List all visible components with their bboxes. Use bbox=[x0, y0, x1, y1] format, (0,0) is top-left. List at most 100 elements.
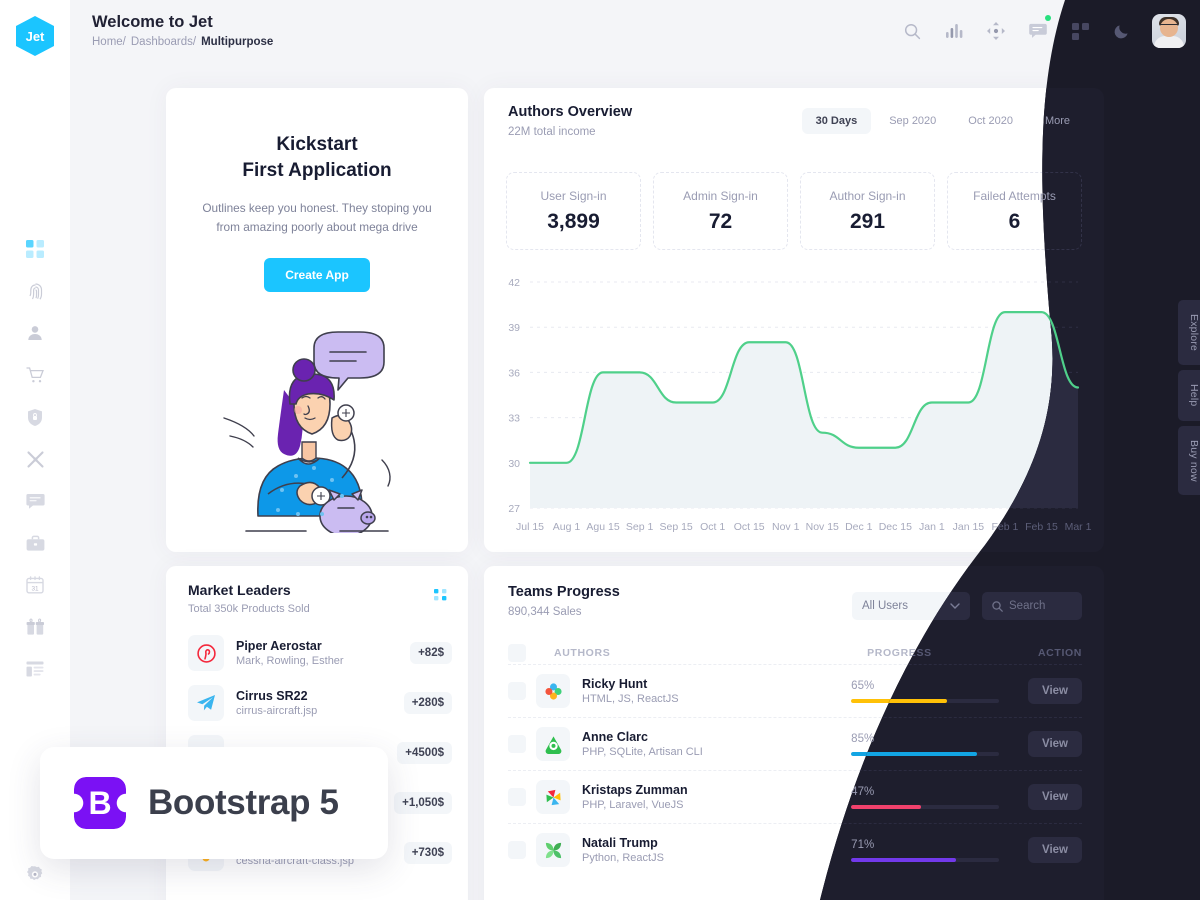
progress-bar-dark bbox=[851, 752, 999, 756]
svg-text:Mar 1: Mar 1 bbox=[1065, 521, 1092, 533]
search-icon[interactable] bbox=[900, 19, 924, 43]
breadcrumb-home[interactable]: Home/ bbox=[92, 36, 126, 48]
sidebar-item-messages[interactable] bbox=[21, 490, 49, 512]
svg-text:Sep 15: Sep 15 bbox=[659, 521, 692, 533]
column-action-dark: ACTION bbox=[1037, 647, 1082, 659]
list-item-name: Piper Aerostar bbox=[236, 639, 322, 653]
row-checkbox[interactable] bbox=[508, 682, 526, 700]
progress-percent-dark: 47% bbox=[851, 785, 875, 798]
author-skills: Python, ReactJS bbox=[582, 852, 664, 864]
author-name: Natali Trump bbox=[582, 836, 658, 850]
stat-admin-signin: Admin Sign-in 72 bbox=[653, 172, 788, 250]
svg-text:Oct 15: Oct 15 bbox=[734, 521, 765, 533]
view-button-dark[interactable]: View bbox=[1028, 731, 1082, 757]
stat-value: 291 bbox=[849, 209, 886, 233]
column-authors: AUTHORS bbox=[554, 647, 611, 659]
svg-text:30: 30 bbox=[508, 458, 520, 470]
progress-fill-dark bbox=[851, 752, 977, 756]
svg-text:Dec 15: Dec 15 bbox=[879, 521, 912, 533]
breadcrumb-dashboards[interactable]: Dashboards/ bbox=[131, 36, 196, 48]
list-item-meta: cirrus-aircraft.jsp bbox=[236, 705, 318, 717]
stat-value: 6 bbox=[1008, 209, 1021, 233]
teams-subtitle: 890,344 Sales bbox=[508, 606, 582, 618]
chat-icon[interactable] bbox=[1026, 15, 1051, 43]
bootstrap-logo-letter: B bbox=[88, 784, 112, 821]
sidebar-item-layout[interactable] bbox=[21, 658, 49, 680]
sidebar-item-dashboard[interactable] bbox=[21, 238, 49, 260]
row-checkbox[interactable] bbox=[508, 788, 526, 806]
svg-text:Nov 1: Nov 1 bbox=[772, 521, 800, 533]
tab-oct-2020[interactable]: Oct 2020 bbox=[954, 108, 1027, 134]
tab-sep-2020[interactable]: Sep 2020 bbox=[875, 108, 950, 134]
view-button-dark[interactable]: View bbox=[1028, 784, 1082, 810]
stat-label: User Sign-in bbox=[540, 188, 607, 203]
svg-text:36: 36 bbox=[508, 367, 520, 379]
sidebar-nav-list: 31 bbox=[21, 238, 49, 680]
list-item[interactable]: Cirrus SR22 cirrus-aircraft.jsp +280$ bbox=[188, 678, 452, 728]
list-item-meta: Mark, Rowling, Esther bbox=[236, 655, 344, 667]
sidebar-item-security[interactable] bbox=[21, 406, 49, 428]
explore-tab[interactable]: Explore bbox=[1178, 300, 1200, 366]
author-skills: PHP, Laravel, VueJS bbox=[582, 799, 684, 811]
breadcrumb: Home/ Dashboards/ Multipurpose bbox=[92, 36, 273, 48]
teams-title: Teams Progress bbox=[508, 584, 620, 600]
bootstrap-logo-icon: B bbox=[74, 777, 126, 829]
bar-chart-icon[interactable] bbox=[942, 19, 966, 43]
tab-30-days[interactable]: 30 Days bbox=[801, 108, 872, 134]
grid-apps-icon-dark[interactable] bbox=[1068, 19, 1092, 43]
kickstart-card: Kickstart First Application Outlines kee… bbox=[166, 88, 468, 552]
moon-icon-dark[interactable] bbox=[1110, 19, 1134, 43]
sidebar-settings-gear[interactable] bbox=[21, 864, 49, 886]
drag-handle-icon[interactable] bbox=[984, 19, 1008, 43]
kickstart-title-line2: First Application bbox=[242, 159, 392, 181]
pinwheel-icon bbox=[536, 780, 570, 814]
app-logo[interactable]: Jet bbox=[16, 16, 54, 56]
author-name: Anne Clarc bbox=[582, 730, 648, 744]
svg-text:Dec 1: Dec 1 bbox=[845, 521, 873, 533]
right-float-tabs: Explore Help Buy now bbox=[1178, 300, 1200, 496]
row-checkbox[interactable] bbox=[508, 735, 526, 753]
woman-with-piggy-bank-illustration bbox=[166, 318, 468, 538]
create-app-button[interactable]: Create App bbox=[264, 257, 370, 292]
stat-user-signin: User Sign-in 3,899 bbox=[506, 172, 641, 250]
sidebar-item-calendar[interactable]: 31 bbox=[21, 574, 49, 596]
search-placeholder-dark: Search bbox=[1009, 600, 1046, 612]
buy-now-tab[interactable]: Buy now bbox=[1178, 425, 1200, 496]
progress-percent-dark: 85% bbox=[851, 733, 1028, 745]
sidebar-item-cart[interactable] bbox=[21, 364, 49, 386]
chevron-down-icon-dark bbox=[950, 603, 960, 609]
stat-author-signin: Author Sign-in 291 bbox=[800, 172, 935, 250]
sidebar-item-profile[interactable] bbox=[21, 322, 49, 344]
view-button-dark[interactable]: View bbox=[1028, 837, 1082, 863]
row-checkbox[interactable] bbox=[508, 841, 526, 859]
progress-fill-dark bbox=[851, 858, 956, 862]
svg-text:Jan 1: Jan 1 bbox=[919, 521, 945, 533]
list-item-amount: +730$ bbox=[403, 842, 452, 864]
list-item[interactable]: Piper Aerostar Mark, Rowling, Esther +82… bbox=[188, 628, 452, 678]
avatar-dark[interactable] bbox=[1152, 14, 1186, 48]
progress-fill-dark bbox=[851, 805, 921, 809]
search-input-dark[interactable]: Search bbox=[982, 592, 1082, 620]
sidebar-item-fingerprint[interactable] bbox=[21, 280, 49, 302]
authors-subtitle: 22M total income bbox=[508, 126, 596, 138]
drive-icon bbox=[536, 727, 570, 761]
dots-icon[interactable] bbox=[434, 588, 448, 606]
help-tab[interactable]: Help bbox=[1178, 370, 1200, 421]
sidebar-item-gifts[interactable] bbox=[21, 616, 49, 638]
leaf-icon bbox=[536, 833, 570, 867]
list-item-amount: +280$ bbox=[403, 692, 452, 714]
select-all-checkbox[interactable] bbox=[508, 644, 526, 662]
svg-text:Jan 15: Jan 15 bbox=[953, 521, 985, 533]
view-button-dark[interactable]: View bbox=[1028, 678, 1082, 704]
list-item-amount: +4500$ bbox=[397, 742, 452, 764]
kickstart-description: Outlines keep you honest. They stoping y… bbox=[202, 201, 432, 234]
sidebar-item-briefcase[interactable] bbox=[21, 532, 49, 554]
pinterest-icon bbox=[188, 635, 224, 671]
app-logo-text: Jet bbox=[25, 28, 45, 44]
search-icon-dark bbox=[992, 601, 1003, 612]
list-item-amount: +82$ bbox=[410, 642, 452, 664]
sidebar-item-tools[interactable] bbox=[21, 448, 49, 470]
authors-overview-card: Authors Overview 22M total income 30 Day… bbox=[484, 88, 1104, 552]
svg-text:Oct 1: Oct 1 bbox=[700, 521, 725, 533]
svg-text:31: 31 bbox=[31, 585, 39, 592]
